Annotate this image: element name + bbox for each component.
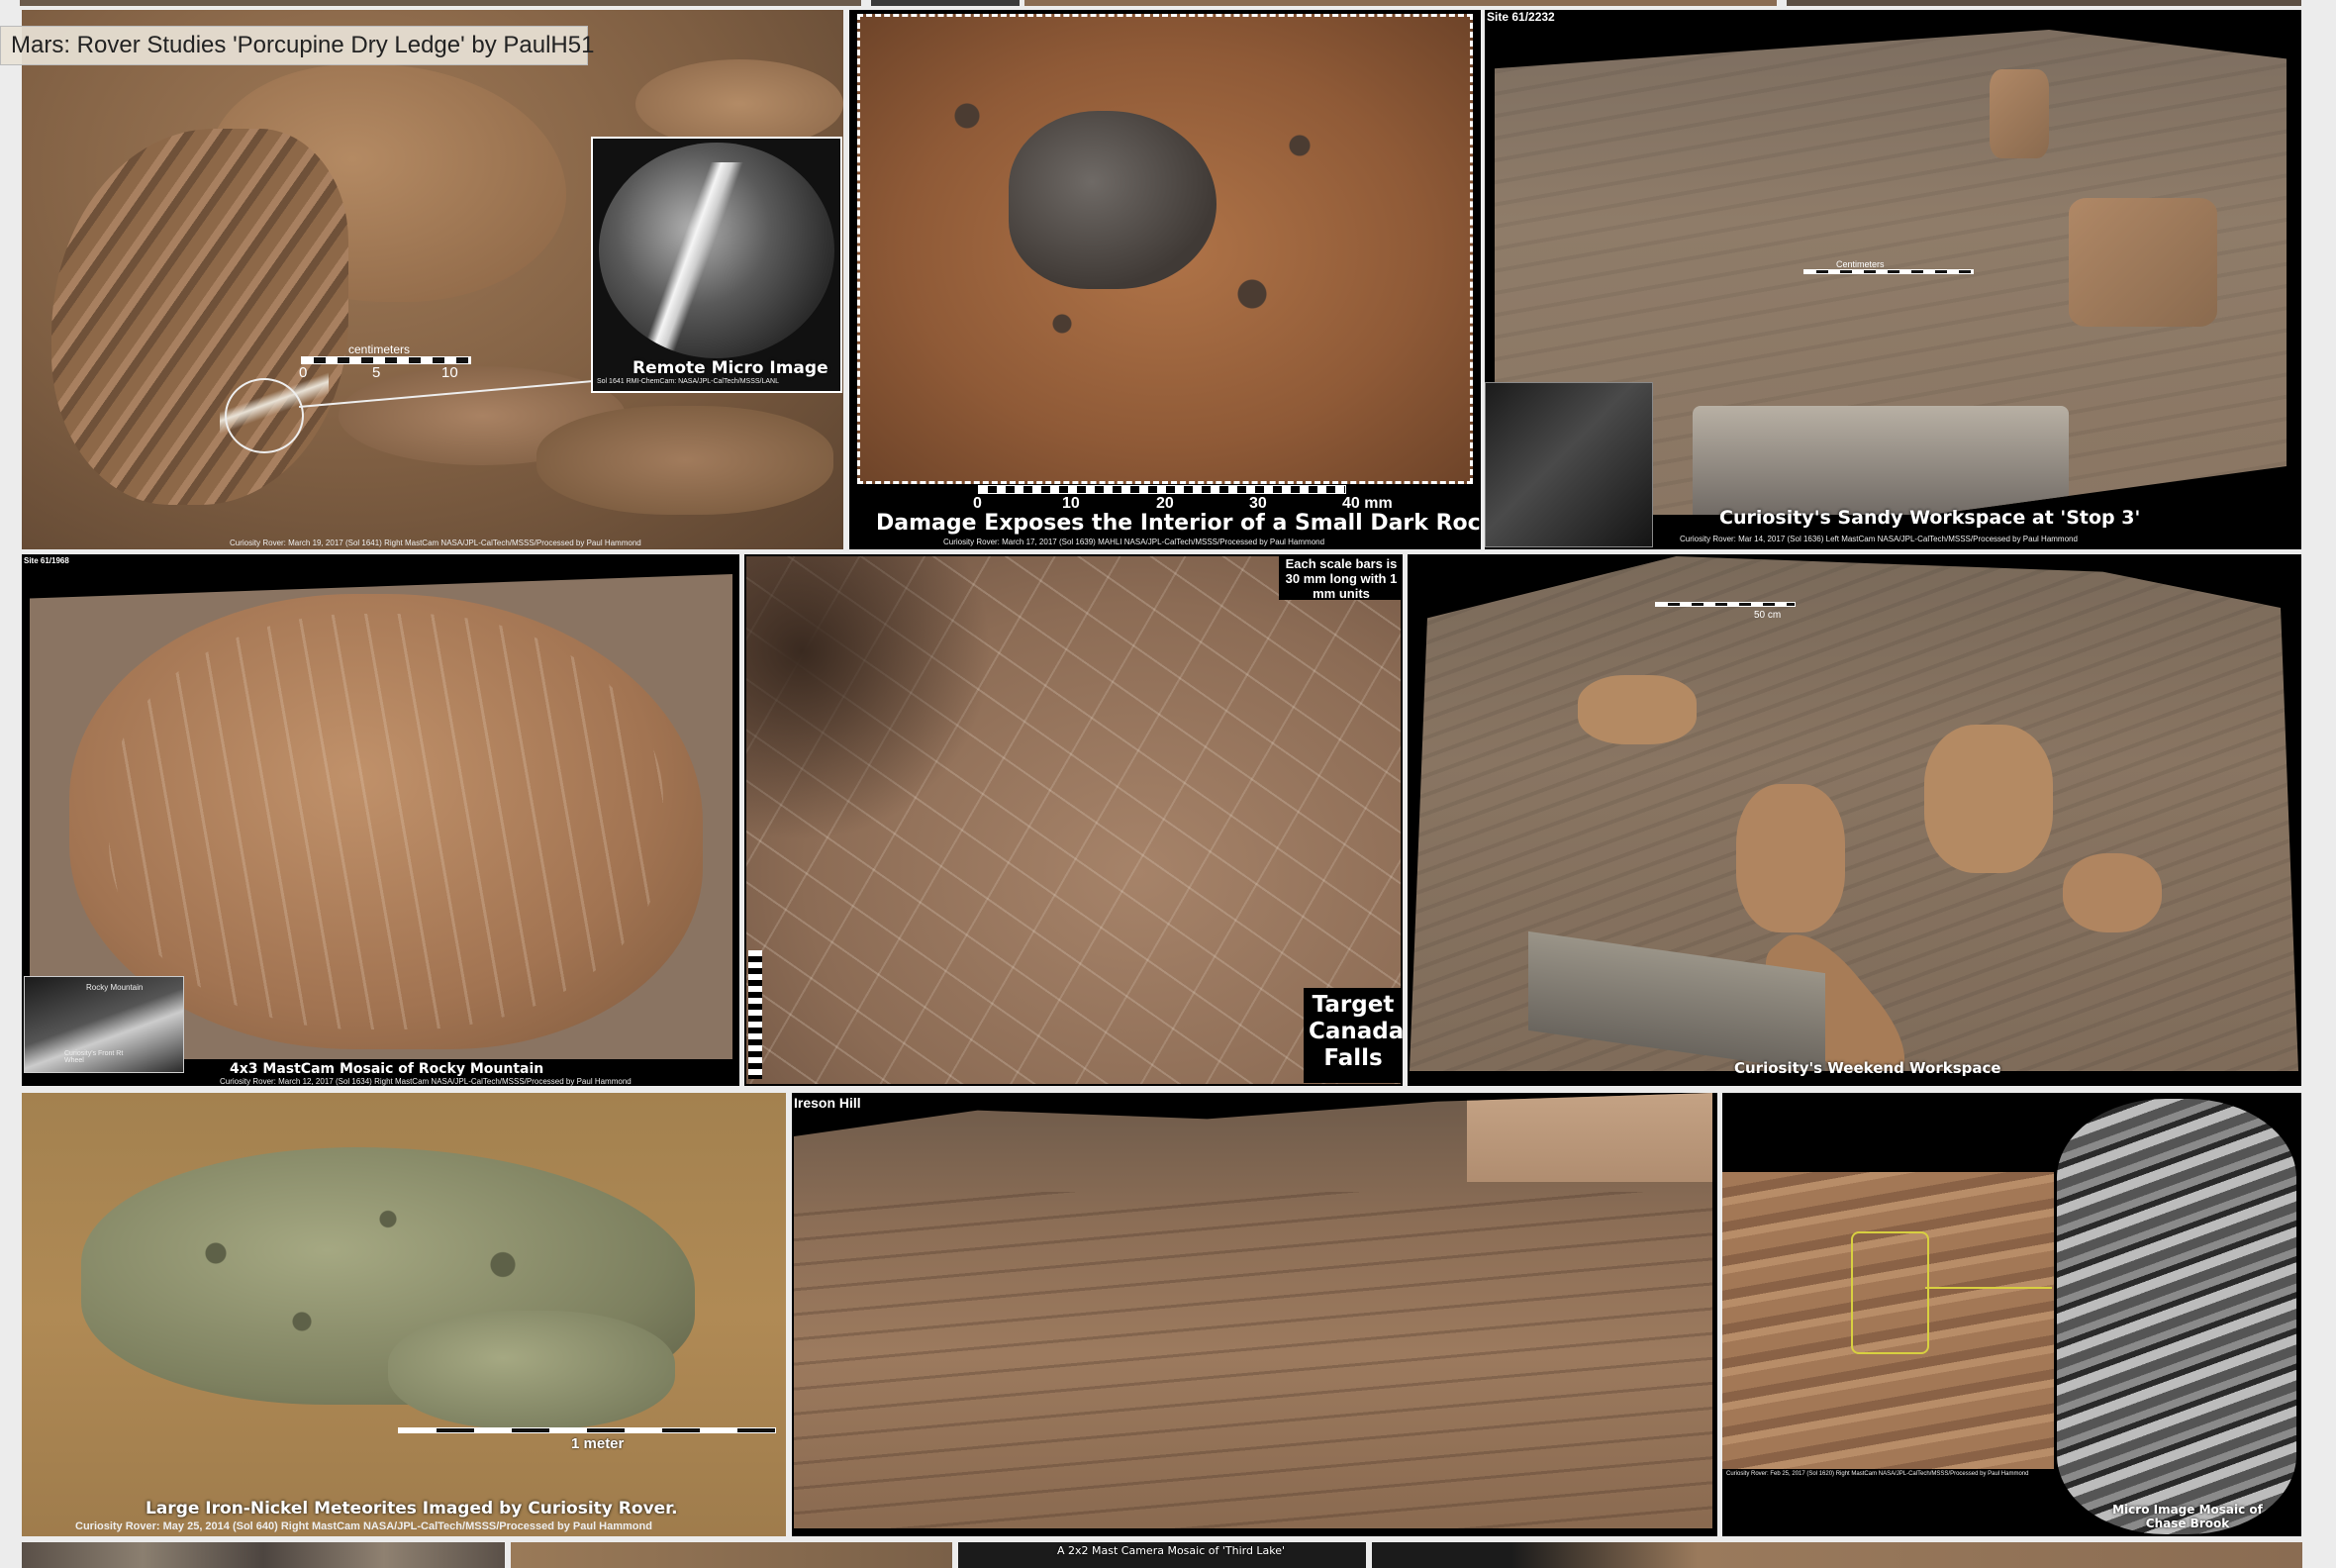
tile-title: A 2x2 Mast Camera Mosaic of 'Third Lake' bbox=[1057, 1544, 1286, 1557]
gallery-tile-weekend-workspace[interactable]: 50 cm Curiosity's Weekend Workspace bbox=[1408, 554, 2301, 1086]
scale-note: Each scale bars is 30 mm long with 1 mm … bbox=[1285, 556, 1398, 601]
tile-credit: Curiosity Rover: Mar 14, 2017 (Sol 1636)… bbox=[1680, 535, 2078, 543]
scale-tick-0: 0 bbox=[299, 364, 308, 381]
dark-crevice bbox=[746, 556, 1023, 873]
partial-tile-top-1[interactable] bbox=[20, 0, 861, 6]
scale-bar bbox=[301, 356, 471, 364]
inset-title: Micro Image Mosaic of Chase Brook bbox=[2112, 1503, 2263, 1530]
inset-rover-arm bbox=[1485, 382, 1653, 547]
gallery-tile-rocky-mountain[interactable]: Site 61/1968 Rocky Mountain Curiosity's … bbox=[22, 554, 739, 1086]
rock-slab-lower-right bbox=[536, 406, 833, 515]
rock-cluster-3 bbox=[1924, 725, 2053, 873]
tile-title: Curiosity's Weekend Workspace bbox=[1734, 1059, 2001, 1077]
target-label: Target Canada Falls bbox=[1309, 992, 1403, 1071]
micro-image-mosaic bbox=[2057, 1099, 2296, 1534]
tile-credit: Curiosity Rover: Feb 25, 2017 (Sol 1620)… bbox=[1726, 1471, 2029, 1477]
scale-tick-10: 10 bbox=[441, 364, 458, 381]
tile-credit: Curiosity Rover: March 19, 2017 (Sol 164… bbox=[230, 539, 641, 547]
partial-tile-top-3[interactable] bbox=[1024, 0, 1777, 6]
partial-tile-bottom-3[interactable]: A 2x2 Mast Camera Mosaic of 'Third Lake' bbox=[958, 1542, 1366, 1568]
inset-credit: Sol 1641 RMI-ChemCam: NASA/JPL-CalTech/M… bbox=[597, 378, 780, 385]
cm-scale-bar bbox=[1655, 602, 1796, 607]
rock-slab-right bbox=[635, 59, 843, 148]
gallery-tile-sandy-workspace[interactable]: Site 61/2232 Centimeters Curiosity's San… bbox=[1485, 10, 2301, 549]
boulder-right bbox=[2069, 198, 2217, 327]
tile-title: Ireson Hill bbox=[794, 1095, 861, 1111]
photo-meteorites bbox=[22, 1093, 786, 1536]
rover-deck bbox=[1693, 406, 2069, 515]
rmi-vein bbox=[638, 162, 747, 358]
photo-mahli-rock bbox=[857, 14, 1473, 484]
cm-scale-bar bbox=[1803, 269, 1974, 274]
target-circle bbox=[225, 378, 304, 453]
photo-canada-falls bbox=[746, 556, 1401, 1084]
meter-scale-bar bbox=[398, 1427, 776, 1433]
sky-patch bbox=[1467, 1093, 1712, 1182]
hover-title-tooltip: Mars: Rover Studies 'Porcupine Dry Ledge… bbox=[0, 26, 594, 65]
photo-ireson-hill bbox=[794, 1093, 1712, 1528]
meteorite-pits bbox=[101, 1162, 675, 1390]
highlight-box bbox=[1851, 1231, 1929, 1354]
inset-label-wheel: Curiosity's Front Rt Wheel bbox=[64, 1050, 124, 1064]
tile-credit: Curiosity Rover: March 12, 2017 (Sol 163… bbox=[220, 1077, 632, 1086]
scale-label: 1 meter bbox=[571, 1435, 625, 1452]
partial-tile-top-2[interactable] bbox=[871, 0, 1020, 6]
site-label: Site 61/2232 bbox=[1487, 10, 1555, 24]
boulder-streaks bbox=[109, 614, 663, 1029]
tile-credit: Curiosity Rover: March 17, 2017 (Sol 163… bbox=[943, 538, 1325, 546]
scale-unit-label: Centimeters bbox=[1836, 259, 1885, 269]
scale-unit-label: centimeters bbox=[348, 343, 411, 356]
dark-pebbles bbox=[920, 56, 1395, 353]
partial-tile-bottom-1[interactable] bbox=[22, 1542, 505, 1568]
rock-cluster-2 bbox=[1736, 784, 1845, 932]
tile-title: Curiosity's Sandy Workspace at 'Stop 3' bbox=[1719, 507, 2141, 529]
gallery-tile-damage-exposes-interior[interactable]: 0 10 20 30 40 mm Damage Exposes the Inte… bbox=[849, 10, 1481, 549]
partial-tile-bottom-4[interactable] bbox=[1372, 1542, 2302, 1568]
mm-scale-bar bbox=[978, 485, 1346, 494]
scale-label: 50 cm bbox=[1754, 610, 1782, 621]
inset-label: Rocky Mountain bbox=[86, 983, 144, 992]
partial-tile-bottom-2[interactable] bbox=[511, 1542, 952, 1568]
gallery-tile-iron-nickel-meteorites[interactable]: 1 meter Large Iron-Nickel Meteorites Ima… bbox=[22, 1093, 786, 1536]
bedrock-layers bbox=[794, 1192, 1712, 1528]
site-label: Site 61/1968 bbox=[24, 556, 69, 565]
boulder-top bbox=[1990, 69, 2049, 158]
rock-cluster-1 bbox=[1578, 675, 1697, 744]
gallery-tile-chase-brook[interactable]: Curiosity Rover: Feb 25, 2017 (Sol 1620)… bbox=[1722, 1093, 2301, 1536]
partial-tile-top-4[interactable] bbox=[1787, 0, 2301, 6]
scale-tick-5: 5 bbox=[372, 364, 381, 381]
highlight-connector bbox=[1925, 1287, 2052, 1289]
scale-bar-vertical bbox=[748, 950, 762, 1079]
inset-rocky-mountain: Rocky Mountain Curiosity's Front Rt Whee… bbox=[24, 976, 184, 1073]
tile-title: Large Iron-Nickel Meteorites Imaged by C… bbox=[146, 1499, 678, 1519]
photo-weekend-sand bbox=[1410, 556, 2298, 1071]
tile-credit: Curiosity Rover: May 25, 2014 (Sol 640) … bbox=[75, 1520, 652, 1532]
gallery-tile-canada-falls[interactable]: Each scale bars is 30 mm long with 1 mm … bbox=[744, 554, 1403, 1086]
tile-title: 4x3 MastCam Mosaic of Rocky Mountain bbox=[230, 1061, 544, 1077]
rmi-circle-image bbox=[599, 143, 834, 358]
gallery-tile-porcupine-dry-ledge[interactable]: centimeters 0 5 10 Remote Micro Image So… bbox=[22, 10, 843, 549]
gallery-tile-ireson-hill[interactable]: Ireson Hill bbox=[792, 1093, 1717, 1536]
tile-title: Damage Exposes the Interior of a Small D… bbox=[876, 511, 1481, 536]
inset-title: Remote Micro Image bbox=[633, 358, 828, 378]
rock-cluster-5 bbox=[2063, 853, 2162, 932]
inset-remote-micro-image: Remote Micro Image Sol 1641 RMI-ChemCam:… bbox=[591, 137, 842, 393]
